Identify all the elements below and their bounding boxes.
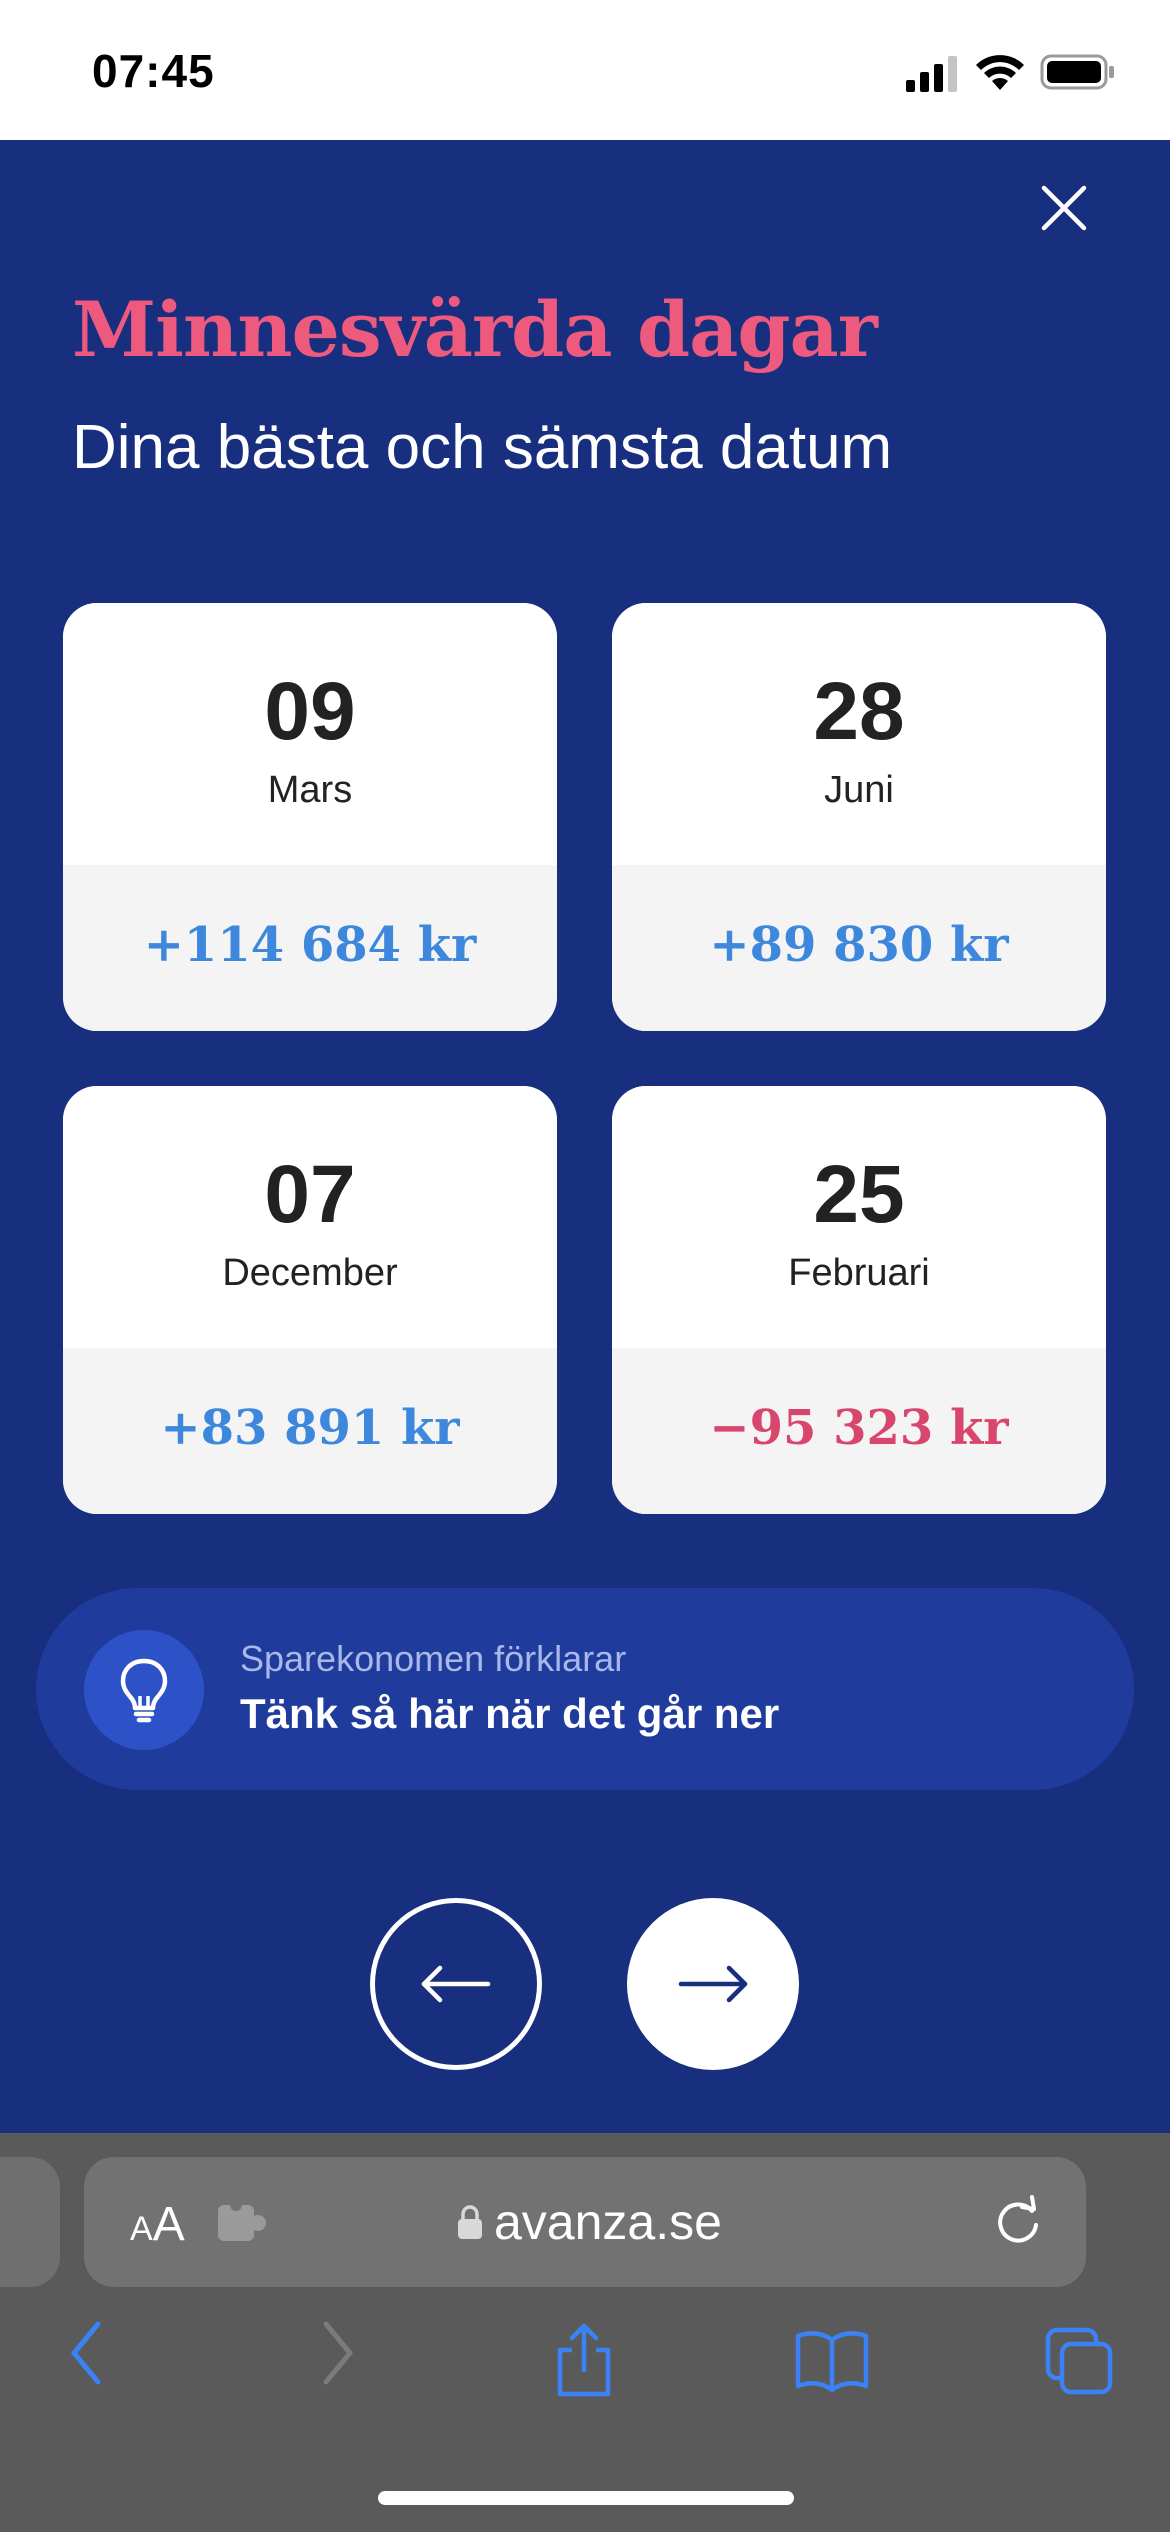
wifi-icon — [976, 55, 1024, 90]
lightbulb-badge — [84, 1630, 204, 1750]
url-domain: avanza.se — [494, 2194, 722, 2250]
date-card-header: 07 December — [63, 1086, 557, 1348]
previous-button[interactable] — [370, 1898, 542, 2070]
date-card-footer: −95 323 kr — [612, 1348, 1106, 1514]
close-icon — [1041, 185, 1087, 231]
date-card: 25 Februari −95 323 kr — [612, 1086, 1106, 1514]
cellular-signal-icon — [906, 56, 957, 92]
bookmarks-icon[interactable] — [794, 2328, 870, 2392]
home-indicator[interactable] — [378, 2491, 794, 2505]
explainer-tip-button[interactable]: Sparekonomen förklarar Tänk så här när d… — [36, 1588, 1134, 1790]
date-card-month: December — [222, 1252, 398, 1294]
date-card-amount: +89 830 kr — [709, 917, 1009, 973]
date-card-day: 09 — [264, 666, 356, 757]
date-card-header: 09 Mars — [63, 603, 557, 865]
forward-icon[interactable] — [318, 2318, 358, 2388]
date-card-month: Februari — [788, 1252, 930, 1294]
battery-icon — [1040, 54, 1114, 90]
date-card-header: 25 Februari — [612, 1086, 1106, 1348]
text-size-big: A — [152, 2198, 185, 2251]
status-time: 07:45 — [92, 45, 215, 97]
date-card-amount: −95 323 kr — [709, 1400, 1009, 1456]
page-title: Minnesvärda dagar — [72, 285, 878, 374]
tip-headline: Tänk så här när det går ner — [240, 1690, 780, 1737]
arrow-right-icon — [678, 1965, 748, 2003]
previous-tab-peek[interactable] — [0, 2157, 60, 2287]
date-card-footer: +114 684 kr — [63, 865, 557, 1031]
reload-icon[interactable] — [992, 2195, 1046, 2249]
address-bar[interactable]: AA avanza.se — [84, 2157, 1086, 2287]
arrow-left-icon — [421, 1965, 491, 2003]
date-card-day: 07 — [264, 1149, 356, 1240]
date-card: 28 Juni +89 830 kr — [612, 603, 1106, 1031]
date-card-footer: +83 891 kr — [63, 1348, 557, 1514]
page-subtitle: Dina bästa och sämsta datum — [72, 413, 893, 482]
date-card-amount: +114 684 kr — [143, 917, 477, 973]
lightbulb-icon — [120, 1658, 168, 1723]
date-card: 07 December +83 891 kr — [63, 1086, 557, 1514]
back-icon[interactable] — [66, 2318, 106, 2388]
date-card-month: Mars — [267, 769, 353, 811]
lock-icon — [458, 2205, 482, 2239]
tabs-icon[interactable] — [1044, 2326, 1116, 2396]
text-size-button[interactable]: AA — [130, 2197, 185, 2252]
date-card-header: 28 Juni — [612, 603, 1106, 865]
date-card-day: 28 — [813, 666, 905, 757]
date-card: 09 Mars +114 684 kr — [63, 603, 557, 1031]
close-button[interactable] — [1032, 176, 1096, 240]
date-card-month: Juni — [824, 769, 894, 811]
extension-icon[interactable] — [214, 2199, 270, 2247]
tip-overline: Sparekonomen förklarar — [240, 1638, 627, 1679]
date-card-day: 25 — [813, 1149, 905, 1240]
date-card-amount: +83 891 kr — [160, 1400, 460, 1456]
next-button[interactable] — [627, 1898, 799, 2070]
share-icon[interactable] — [552, 2322, 616, 2398]
text-size-small: A — [130, 2210, 153, 2248]
date-card-footer: +89 830 kr — [612, 865, 1106, 1031]
status-bar: 07:45 — [0, 0, 1170, 140]
